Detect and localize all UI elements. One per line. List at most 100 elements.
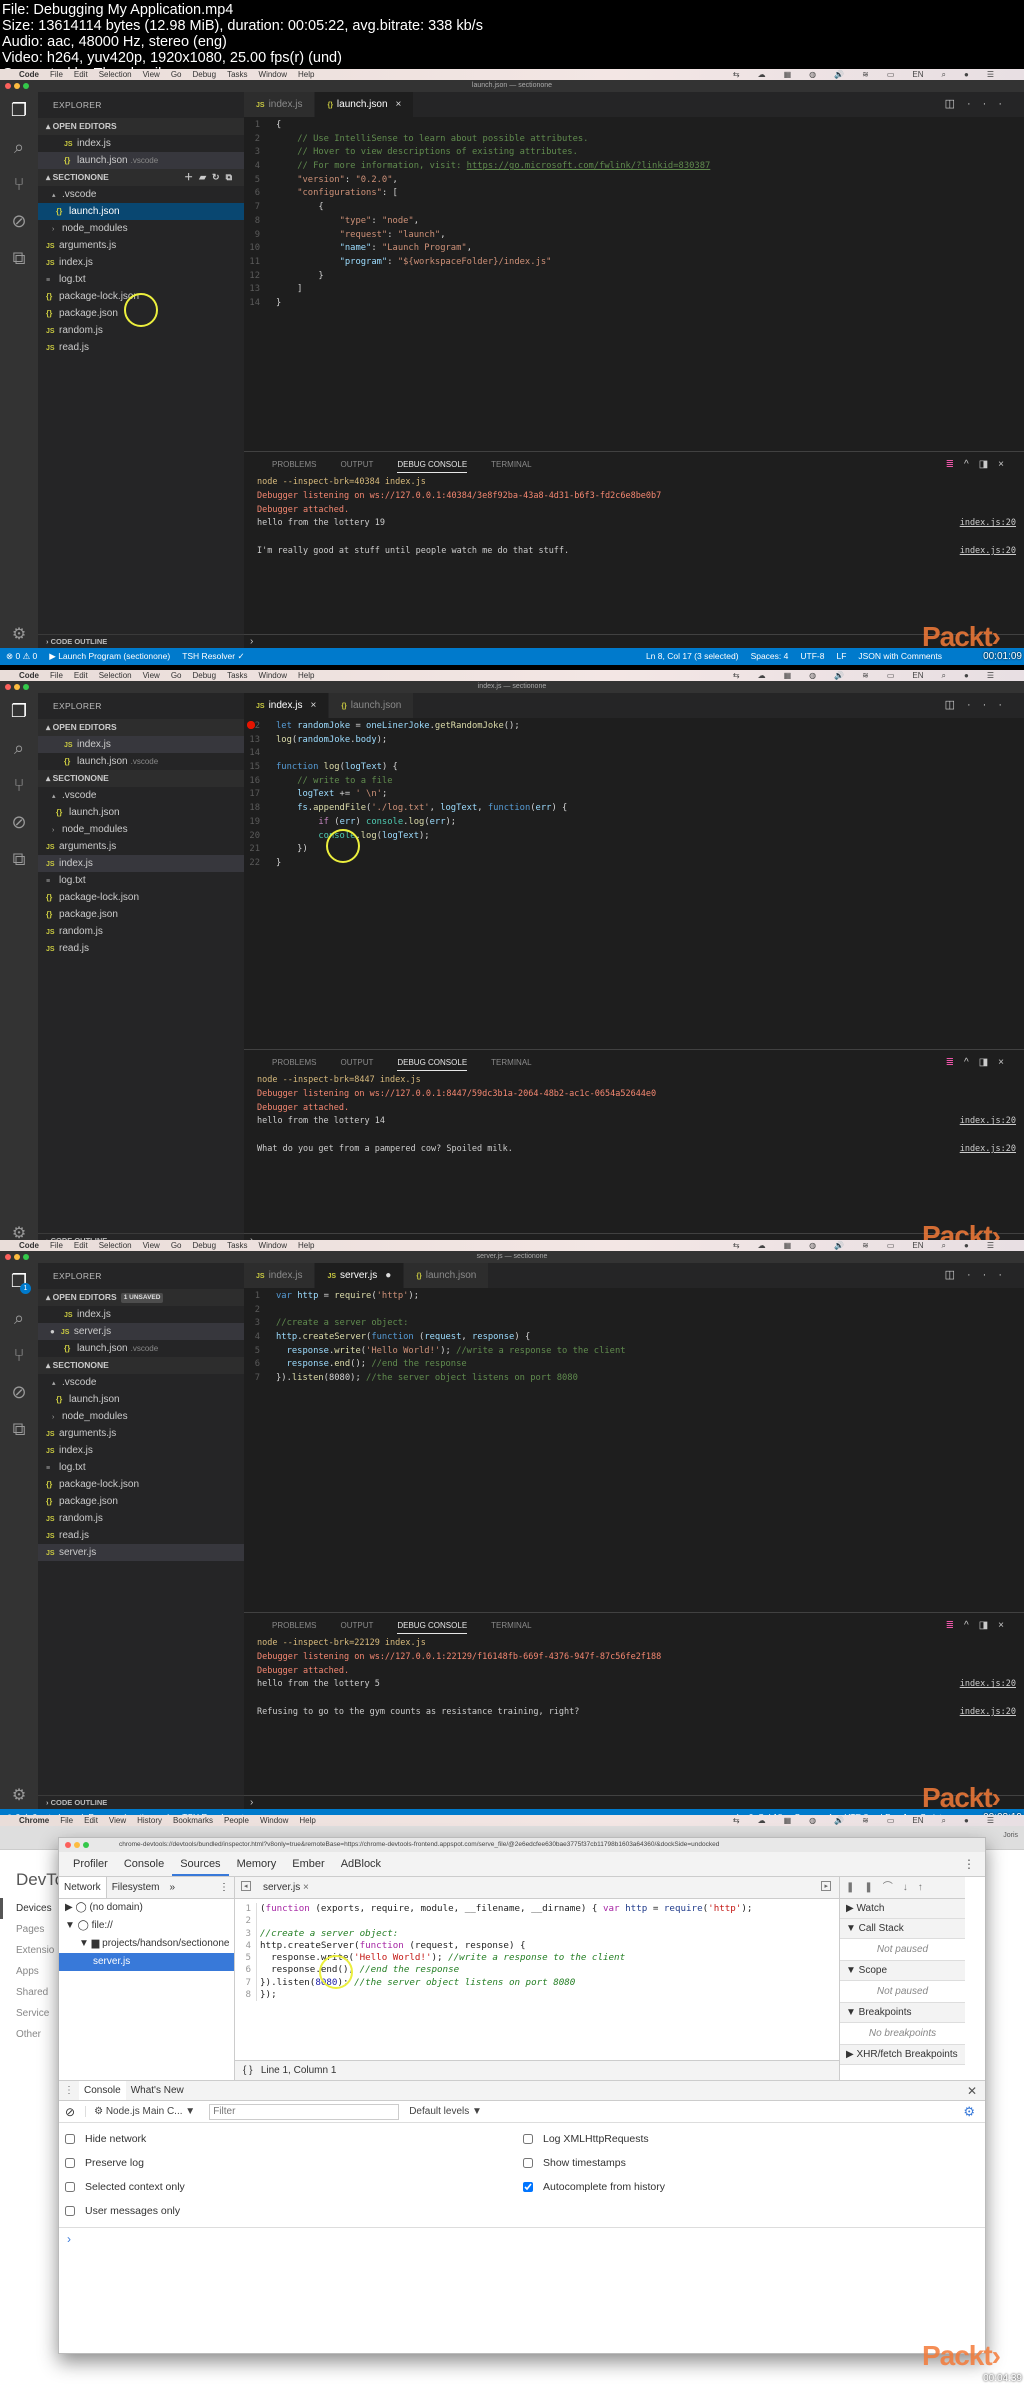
open-editor-item[interactable]: {} launch.json .vscode	[38, 152, 244, 169]
console-prompt[interactable]: ›	[59, 2228, 985, 2250]
close-panel-icon[interactable]: ×	[998, 459, 1014, 470]
tray-icon[interactable]: ⌕	[942, 70, 946, 80]
pretty-print-icon[interactable]: { }	[243, 2065, 252, 2076]
tray-icon[interactable]: ◍	[809, 1241, 816, 1251]
tray-icon[interactable]: ▭	[887, 671, 895, 681]
source-tree-item[interactable]: ▼ ◯ file://	[59, 1917, 234, 1935]
open-editor-item[interactable]: JS index.js	[38, 1306, 244, 1323]
file-tree-item[interactable]: {} launch.json	[38, 804, 244, 821]
editor-tab[interactable]: {} launch.json	[329, 693, 415, 718]
checkbox[interactable]	[65, 2182, 75, 2192]
bg-nav-item[interactable]: Pages	[0, 1919, 58, 1940]
menu-selection[interactable]: Selection	[99, 1241, 132, 1250]
clear-console-icon[interactable]: ≣	[946, 459, 964, 470]
menu-edit[interactable]: Edit	[74, 671, 88, 680]
checkbox[interactable]	[65, 2206, 75, 2216]
minimize-light[interactable]	[14, 1254, 20, 1260]
editor-tab[interactable]: {} launch.json ×	[315, 92, 415, 117]
file-tree-item[interactable]: JS index.js	[38, 1442, 244, 1459]
status-item[interactable]: ▶ Launch Program (sectionone)	[49, 648, 170, 665]
devtools-tab-sources[interactable]: Sources	[172, 1852, 229, 1876]
split-editor-icon[interactable]: ◫	[945, 1269, 967, 1281]
source-control-icon[interactable]: ⑂	[0, 1337, 38, 1374]
menu-help[interactable]: Help	[298, 70, 314, 79]
setting-checkbox[interactable]: User messages only	[59, 2199, 517, 2223]
drawer-menu-icon[interactable]: ⋮	[59, 2081, 79, 2100]
file-tree-item[interactable]: › node_modules	[38, 220, 244, 237]
folder-header[interactable]: ▴ SECTIONONE	[38, 1357, 244, 1374]
source-tree-item[interactable]: ▼ ▆ projects/handson/sectionone	[59, 1935, 234, 1953]
menu-window[interactable]: Window	[259, 1241, 287, 1250]
panel-tab-output[interactable]: OUTPUT	[340, 1621, 373, 1630]
checkbox[interactable]	[523, 2134, 533, 2144]
mac_menu_code-app-menu[interactable]: Code	[19, 70, 39, 79]
tray-icon[interactable]: ⇆	[733, 1816, 740, 1826]
close-tab-icon[interactable]: ×	[310, 700, 316, 711]
search-icon[interactable]: ⌕	[0, 1300, 38, 1337]
tray-icon[interactable]: 🔊	[834, 671, 844, 681]
open-editors-header[interactable]: ▴ OPEN EDITORS 1 UNSAVED	[38, 1289, 244, 1306]
status-item[interactable]: Spaces: 4	[751, 648, 789, 665]
clear-console-icon[interactable]: ⊘	[65, 2105, 75, 2119]
file-tree-item[interactable]: JS read.js	[38, 940, 244, 957]
new-folder-icon[interactable]: ▰	[199, 172, 212, 182]
menu-file[interactable]: File	[50, 1241, 63, 1250]
editor-tab[interactable]: JS index.js	[244, 92, 316, 117]
tray-icon[interactable]: ☰	[987, 671, 994, 681]
file-tree-item[interactable]: ▴ .vscode	[38, 787, 244, 804]
debugger-section[interactable]: ▶ XHR/fetch Breakpoints	[840, 2045, 965, 2065]
zoom-light[interactable]	[23, 684, 29, 690]
maximize-panel-icon[interactable]: ^	[964, 1620, 979, 1631]
menu-debug[interactable]: Debug	[192, 1241, 216, 1250]
zoom-light[interactable]	[23, 1254, 29, 1260]
zoom-light[interactable]	[23, 83, 29, 89]
code-outline-header[interactable]: › CODE OUTLINE	[38, 634, 244, 648]
bg-nav-item[interactable]: Other	[0, 2024, 58, 2045]
tray-icon[interactable]: 🔊	[834, 1241, 844, 1251]
folder-header[interactable]: ▴ SECTIONONE ＋▰↻⧉	[38, 169, 244, 186]
menu-help[interactable]: Help	[298, 671, 314, 680]
menu-selection[interactable]: Selection	[99, 70, 132, 79]
panel-tab-problems[interactable]: PROBLEMS	[272, 1058, 316, 1067]
checkbox[interactable]	[65, 2134, 75, 2144]
status-item[interactable]: LF	[836, 648, 846, 665]
tray-icon[interactable]: ☁	[758, 70, 766, 80]
open-editor-item[interactable]: JS index.js	[38, 135, 244, 152]
extensions-icon[interactable]: ⧉	[0, 1411, 38, 1448]
minimize-light[interactable]	[14, 83, 20, 89]
menu-view[interactable]: View	[143, 1241, 160, 1250]
minimize-light[interactable]	[74, 1842, 80, 1848]
menu-edit[interactable]: Edit	[84, 1816, 98, 1825]
search-icon[interactable]: ⌕	[0, 730, 38, 767]
panel-layout-icon[interactable]: ◨	[979, 1620, 998, 1631]
menu-tasks[interactable]: Tasks	[227, 1241, 247, 1250]
tray-icon[interactable]: ☰	[987, 1816, 994, 1826]
panel-layout-icon[interactable]: ◨	[979, 459, 998, 470]
file-tree-item[interactable]: JS read.js	[38, 339, 244, 356]
step-into-icon[interactable]: ↓	[903, 1882, 918, 1893]
tray-icon[interactable]: ▦	[784, 671, 792, 681]
setting-checkbox[interactable]: Show timestamps	[517, 2151, 975, 2175]
tray-icon[interactable]: ≋	[862, 1241, 869, 1251]
tray-icon[interactable]: EN	[912, 1816, 923, 1826]
split-editor-icon[interactable]: ◫	[945, 699, 967, 711]
source-link[interactable]: index.js:20	[960, 517, 1016, 531]
debug-icon[interactable]: ⊘	[0, 804, 38, 841]
console-filter-input[interactable]	[209, 2103, 400, 2120]
close-tab-icon[interactable]: ×	[303, 1882, 309, 1893]
folder-header[interactable]: ▴ SECTIONONE	[38, 770, 244, 787]
setting-checkbox[interactable]: Preserve log	[59, 2151, 517, 2175]
step-out-icon[interactable]: ↑	[918, 1882, 933, 1893]
devtools-menu-icon[interactable]: ⋮	[963, 1857, 975, 1871]
levels-dropdown[interactable]: Default levels ▼	[409, 2106, 482, 2117]
toggle-debugger-icon[interactable]: ▸	[821, 1881, 831, 1891]
debug-icon[interactable]: ⊘	[0, 203, 38, 240]
tray-icon[interactable]: ⌕	[942, 1816, 946, 1826]
code-editor[interactable]: 1{2 // Use IntelliSense to learn about p…	[244, 117, 1024, 311]
tray-icon[interactable]: ≋	[862, 70, 869, 80]
navigator-tab[interactable]: Filesystem	[107, 1877, 165, 1898]
gear-icon[interactable]: ⚙	[0, 1785, 38, 1805]
code-editor[interactable]: 1 var http = require('http'); 2 3 //create a…	[244, 1288, 1024, 1386]
source-tab[interactable]: server.js ×	[263, 1877, 309, 1899]
menu-go[interactable]: Go	[171, 671, 182, 680]
